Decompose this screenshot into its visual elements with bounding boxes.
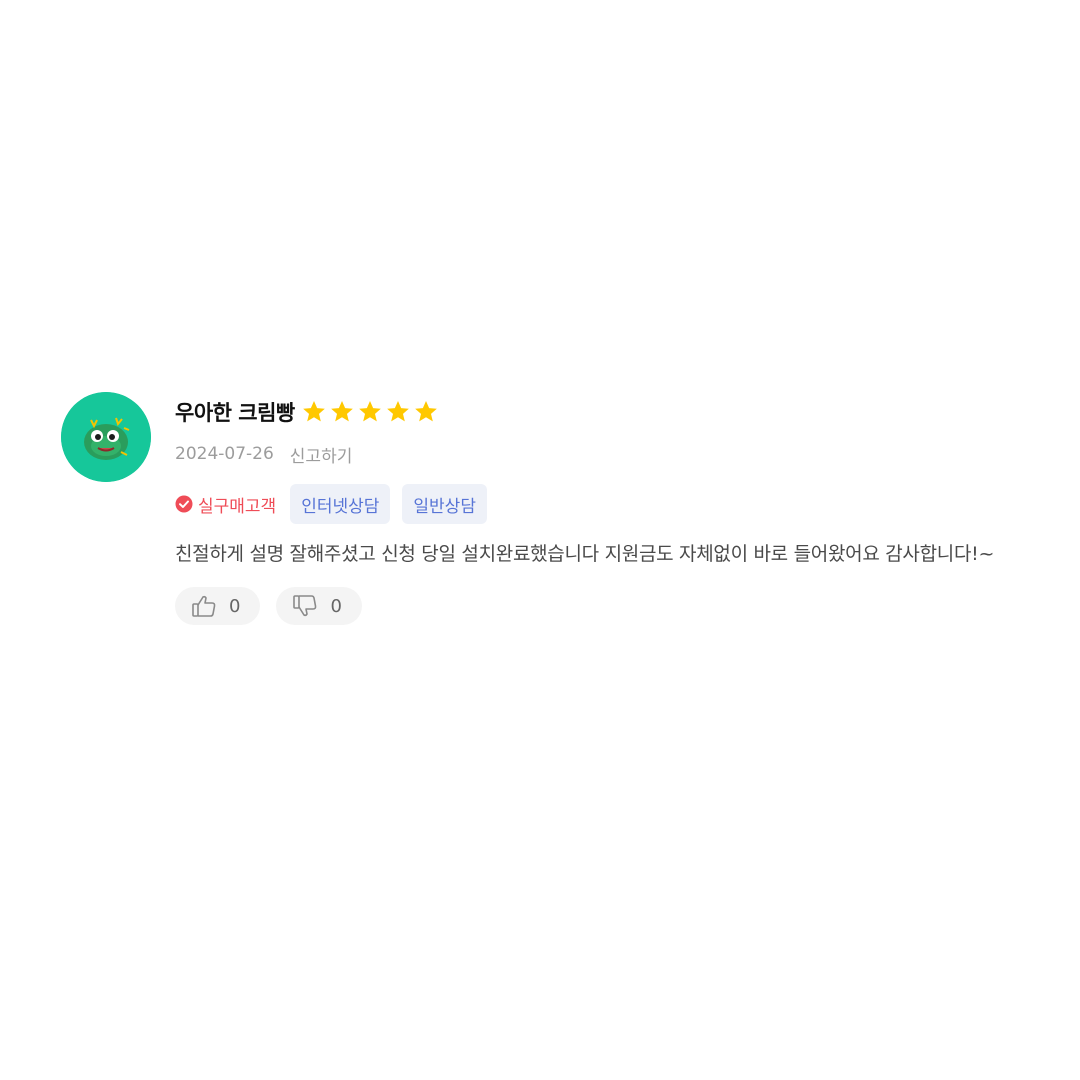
vote-row: 0 0	[175, 587, 1041, 625]
thumbs-down-icon	[293, 595, 317, 617]
review-content: 우아한 크림빵 2024-07-26 신고하기 실구매고객 인터넷상담 일반상담…	[175, 392, 1041, 625]
star-icon	[358, 400, 381, 422]
tag-chip: 일반상담	[402, 484, 487, 524]
character-avatar-icon	[61, 392, 151, 482]
tag-chip: 인터넷상담	[290, 484, 391, 524]
dislike-button[interactable]: 0	[276, 587, 362, 625]
star-icon	[302, 400, 325, 422]
star-icon	[386, 400, 409, 422]
verified-badge: 실구매고객	[175, 492, 276, 517]
user-name: 우아한 크림빵	[175, 401, 295, 425]
review-body: 친절하게 설명 잘해주셨고 신청 당일 설치완료했습니다 지원금도 자체없이 바…	[175, 543, 995, 565]
user-row: 우아한 크림빵	[175, 392, 1041, 432]
star-rating	[301, 399, 439, 425]
report-link[interactable]: 신고하기	[290, 442, 353, 467]
check-circle-icon	[175, 495, 193, 513]
star-icon	[330, 400, 353, 422]
tag-row: 실구매고객 인터넷상담 일반상담	[175, 484, 1041, 524]
meta-row: 2024-07-26 신고하기	[175, 436, 1041, 472]
verified-label: 실구매고객	[198, 496, 277, 517]
dislike-count: 0	[330, 595, 342, 617]
like-count: 0	[229, 595, 241, 617]
avatar	[61, 392, 151, 482]
review-item: 우아한 크림빵 2024-07-26 신고하기 실구매고객 인터넷상담 일반상담…	[61, 392, 1041, 625]
thumbs-up-icon	[192, 595, 216, 617]
review-date: 2024-07-26	[175, 444, 274, 464]
star-icon	[414, 400, 437, 422]
like-button[interactable]: 0	[175, 587, 261, 625]
